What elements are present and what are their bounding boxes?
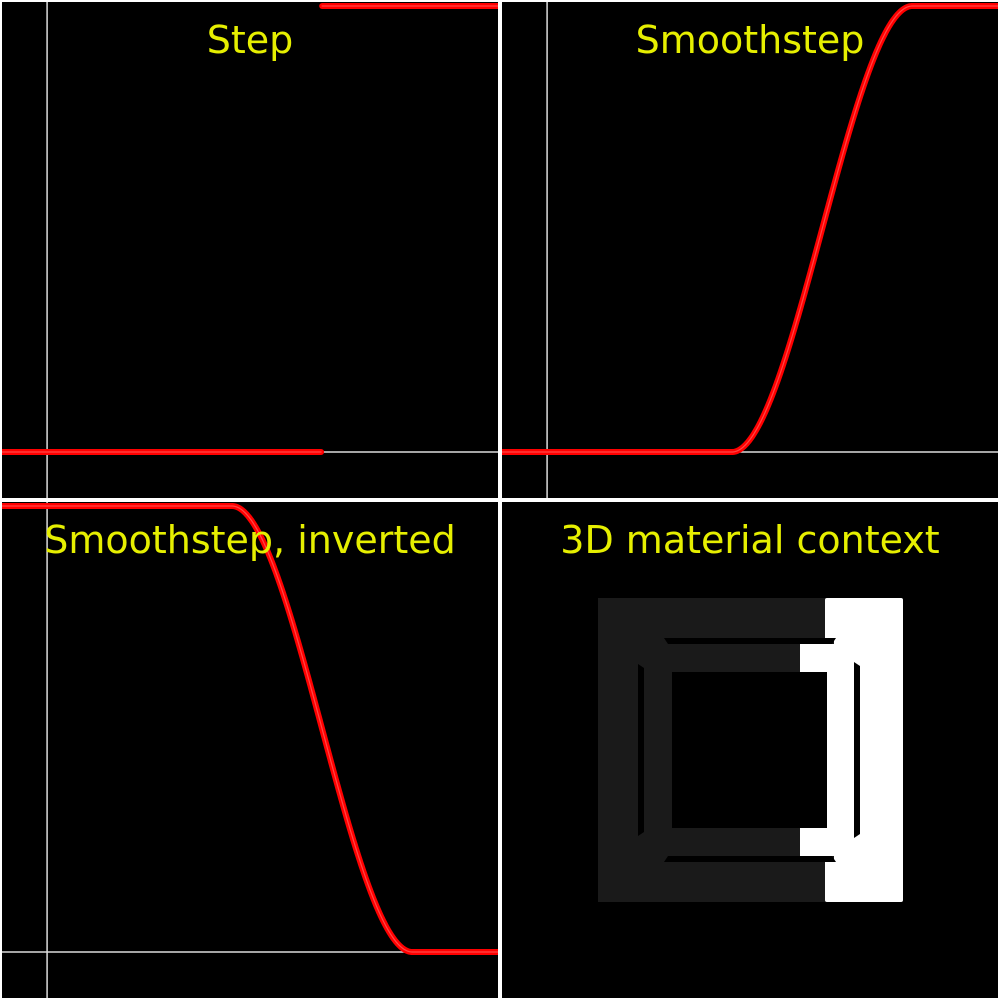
material-panel: 3D material context: [502, 502, 998, 998]
function-curve-highlight: [2, 5, 498, 453]
function-curve-highlight: [502, 5, 998, 453]
smoothstep-inverted-plot: [2, 502, 498, 998]
smoothstep-plot: [502, 2, 998, 498]
frame-seam-right: [854, 662, 860, 838]
frame-seam-top: [664, 638, 836, 644]
function-curve-highlight: [2, 505, 498, 953]
material-frame-illustration: [598, 598, 903, 902]
frame-seam-left: [638, 664, 644, 836]
function-curve: [502, 3, 998, 455]
function-curve: [2, 503, 498, 955]
smoothstep-inverted-panel: Smoothstep, inverted: [2, 502, 498, 998]
smoothstep-panel: Smoothstep: [502, 2, 998, 498]
frame-seam-bottom: [664, 856, 836, 862]
step-panel: Step: [2, 2, 498, 498]
function-curve: [2, 3, 498, 455]
frame-window: [672, 672, 827, 828]
figure-grid: Step Smoothstep Smoothstep, inverted 3D …: [0, 0, 1000, 1000]
step-plot: [2, 2, 498, 498]
frame-light-strip: [827, 670, 854, 830]
